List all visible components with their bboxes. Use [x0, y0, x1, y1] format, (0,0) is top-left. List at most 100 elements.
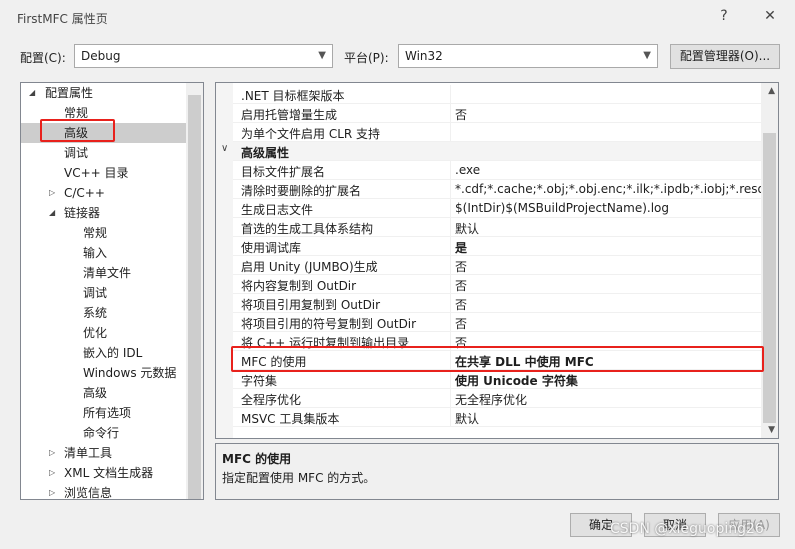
- grid-row[interactable]: 为单个文件启用 CLR 支持: [233, 123, 763, 142]
- grid-row-name: 全程序优化: [241, 393, 302, 407]
- tree-item-label: 调试: [64, 146, 89, 160]
- grid-row-value[interactable]: 否: [455, 296, 763, 313]
- tree-item-label: 所有选项: [83, 406, 132, 420]
- tree-item[interactable]: 清单文件: [21, 263, 187, 283]
- grid-row-value[interactable]: .exe: [455, 163, 763, 177]
- grid-row-value[interactable]: 默认: [455, 220, 763, 237]
- tree-item-label: 输入: [83, 246, 108, 260]
- tree-item-label: 调试: [83, 286, 108, 300]
- tree-scroll-thumb[interactable]: [188, 95, 201, 499]
- tree-item[interactable]: 调试: [21, 143, 187, 163]
- close-button[interactable]: ✕: [760, 8, 780, 24]
- grid-row-value[interactable]: 否: [455, 277, 763, 294]
- tree-item-label: VC++ 目录: [64, 166, 129, 180]
- grid-row-value[interactable]: 无全程序优化: [455, 391, 763, 408]
- grid-row[interactable]: MSVC 工具集版本 默认: [233, 408, 763, 427]
- tree-item-label: 命令行: [83, 426, 120, 440]
- scroll-up-icon[interactable]: ▲: [768, 86, 775, 96]
- grid-divider: [450, 161, 451, 180]
- grid-row[interactable]: 将项目引用复制到 OutDir 否: [233, 294, 763, 313]
- scroll-down-icon[interactable]: ▼: [768, 425, 775, 435]
- grid-row-name: 清除时要删除的扩展名: [241, 184, 362, 198]
- description-title: MFC 的使用: [222, 452, 292, 466]
- grid-row-value[interactable]: 默认: [455, 410, 763, 427]
- tree-item-label: C/C++: [64, 186, 105, 200]
- tree-item[interactable]: 常规: [21, 223, 187, 243]
- grid-row-value[interactable]: 否: [455, 106, 763, 123]
- tree-item[interactable]: ▷ 浏览信息: [21, 483, 187, 499]
- config-value: Debug: [81, 49, 121, 63]
- collapse-chevron-icon[interactable]: ∨: [221, 143, 228, 154]
- collapsed-arrow-icon[interactable]: ▷: [49, 483, 55, 499]
- expanded-arrow-icon[interactable]: ◢: [29, 83, 35, 103]
- property-tree[interactable]: ◢ 配置属性 常规 高级 调试 VC++ 目录 ▷ C/C++ ◢ 链接器 常规 输入 清单文件 调试 系统…: [20, 82, 204, 500]
- grid-row-value[interactable]: 否: [455, 315, 763, 332]
- platform-combo[interactable]: Win32 ▼: [398, 44, 658, 68]
- grid-row[interactable]: 目标文件扩展名 .exe: [233, 161, 763, 180]
- grid-row[interactable]: 使用调试库 是: [233, 237, 763, 256]
- tree-item[interactable]: 系统: [21, 303, 187, 323]
- grid-divider: [450, 256, 451, 275]
- grid-row[interactable]: .NET 目标框架版本: [233, 85, 763, 104]
- grid-row-value[interactable]: 是: [455, 239, 763, 256]
- tree-item[interactable]: ▷ C/C++: [21, 183, 187, 203]
- collapsed-arrow-icon[interactable]: ▷: [49, 443, 55, 463]
- tree-item[interactable]: ▷ XML 文档生成器: [21, 463, 187, 483]
- expanded-arrow-icon[interactable]: ◢: [49, 203, 55, 223]
- grid-row[interactable]: 将项目引用的符号复制到 OutDir 否: [233, 313, 763, 332]
- tree-item[interactable]: 嵌入的 IDL: [21, 343, 187, 363]
- tree-item-label: 系统: [83, 306, 108, 320]
- tree-item[interactable]: 优化: [21, 323, 187, 343]
- grid-row[interactable]: 生成日志文件 $(IntDir)$(MSBuildProjectName).log: [233, 199, 763, 218]
- config-combo[interactable]: Debug ▼: [74, 44, 333, 68]
- grid-divider: [450, 370, 451, 389]
- grid-row[interactable]: 将内容复制到 OutDir 否: [233, 275, 763, 294]
- grid-row-name: .NET 目标框架版本: [241, 89, 345, 103]
- grid-scrollbar[interactable]: ▲ ▼: [761, 83, 778, 438]
- tree-item[interactable]: 输入: [21, 243, 187, 263]
- grid-row-value[interactable]: 否: [455, 258, 763, 275]
- grid-row[interactable]: 全程序优化 无全程序优化: [233, 389, 763, 408]
- grid-divider: [450, 180, 451, 199]
- grid-category[interactable]: ∨ 高级属性: [221, 142, 763, 161]
- tree-item[interactable]: 所有选项: [21, 403, 187, 423]
- tree-item[interactable]: ◢ 配置属性: [21, 83, 187, 103]
- tree-item[interactable]: ◢ 链接器: [21, 203, 187, 223]
- tree-scrollbar[interactable]: [186, 83, 203, 499]
- grid-row[interactable]: 启用托管增量生成 否: [233, 104, 763, 123]
- grid-row-value[interactable]: $(IntDir)$(MSBuildProjectName).log: [455, 201, 763, 215]
- property-grid[interactable]: .NET 目标框架版本 启用托管增量生成否为单个文件启用 CLR 支持 ∨ 高级属性目…: [215, 82, 779, 439]
- collapsed-arrow-icon[interactable]: ▷: [49, 183, 55, 203]
- grid-row-name: 高级属性: [241, 146, 290, 160]
- grid-row-value[interactable]: 使用 Unicode 字符集: [455, 372, 763, 389]
- grid-gutter: [216, 83, 233, 438]
- tree-item-label: 清单文件: [83, 266, 132, 280]
- grid-scroll-thumb[interactable]: [763, 133, 776, 423]
- tree-item[interactable]: 调试: [21, 283, 187, 303]
- tree-item-label: 嵌入的 IDL: [83, 346, 143, 360]
- grid-divider: [450, 237, 451, 256]
- grid-row-name: 将项目引用复制到 OutDir: [241, 298, 381, 312]
- tree-item[interactable]: VC++ 目录: [21, 163, 187, 183]
- tree-item-label: 优化: [83, 326, 108, 340]
- grid-row[interactable]: 清除时要删除的扩展名 *.cdf;*.cache;*.obj;*.obj.enc;…: [233, 180, 763, 199]
- tree-item[interactable]: 高级: [21, 383, 187, 403]
- tree-item-label: 链接器: [64, 206, 101, 220]
- grid-row[interactable]: 字符集 使用 Unicode 字符集: [233, 370, 763, 389]
- grid-row[interactable]: 首选的生成工具体系结构 默认: [233, 218, 763, 237]
- config-manager-button[interactable]: 配置管理器(O)...: [670, 44, 780, 69]
- collapsed-arrow-icon[interactable]: ▷: [49, 463, 55, 483]
- help-button[interactable]: ?: [714, 8, 734, 24]
- grid-row[interactable]: 启用 Unity (JUMBO)生成 否: [233, 256, 763, 275]
- grid-divider: [450, 218, 451, 237]
- tree-item[interactable]: 命令行: [21, 423, 187, 443]
- grid-row-value[interactable]: *.cdf;*.cache;*.obj;*.obj.enc;*.ilk;*.ip…: [455, 182, 763, 196]
- tree-item[interactable]: ▷ 清单工具: [21, 443, 187, 463]
- grid-row-name: 字符集: [241, 374, 278, 388]
- tree-item[interactable]: Windows 元数据: [21, 363, 187, 383]
- grid-divider: [450, 199, 451, 218]
- grid-row-name: 首选的生成工具体系结构: [241, 222, 374, 236]
- chevron-down-icon: ▼: [318, 50, 326, 61]
- grid-divider: [450, 104, 451, 123]
- grid-row-name: 启用托管增量生成: [241, 108, 338, 122]
